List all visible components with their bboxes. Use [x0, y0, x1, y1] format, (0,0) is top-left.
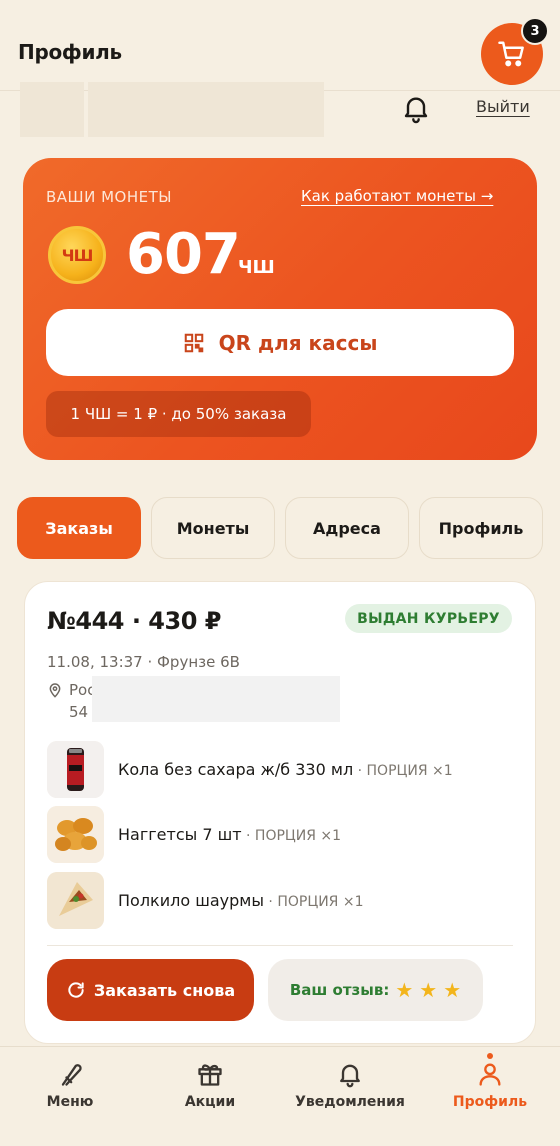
nav-label: Профиль — [452, 1094, 528, 1110]
item-name: Кола без сахара ж/б 330 мл — [118, 760, 354, 779]
coins-balance: 607 — [126, 222, 241, 287]
cart-icon — [498, 41, 524, 67]
review-label: Ваш отзыв: — [289, 981, 390, 999]
card-divider — [47, 945, 513, 946]
person-icon — [479, 1063, 501, 1086]
qr-code-icon — [184, 333, 203, 352]
nav-label: Уведомления — [295, 1094, 405, 1110]
coins-unit: ЧШ — [238, 257, 275, 278]
address-line-2: 54 — [69, 703, 89, 721]
status-badge: ВЫДАН КУРЬЕРУ — [345, 604, 512, 633]
bell-icon — [340, 1064, 360, 1088]
item-name: Наггетсы 7 шт — [118, 825, 242, 844]
gift-icon — [198, 1064, 222, 1086]
nav-promos[interactable]: Акции — [170, 1060, 250, 1130]
item-portion: · ПОРЦИЯ ×1 — [263, 894, 364, 910]
star-icon[interactable]: ★ — [395, 978, 413, 1002]
address-redacted — [92, 676, 340, 722]
order-title: №444 · 430 ₽ — [47, 607, 221, 635]
coins-label: ВАШИ МОНЕТЫ — [46, 188, 172, 206]
tab-profile[interactable]: Профиль — [419, 497, 543, 559]
reorder-label: Заказать снова — [93, 980, 236, 1000]
tab-orders[interactable]: Заказы — [17, 497, 141, 559]
notifications-button[interactable] — [400, 92, 432, 124]
star-icon[interactable]: ★ — [419, 978, 437, 1002]
nav-label: Акции — [184, 1094, 236, 1110]
menu-icon — [61, 1064, 82, 1086]
item-portion: · ПОРЦИЯ ×1 — [241, 828, 342, 844]
list-item: Кола без сахара ж/б 330 мл · ПОРЦИЯ ×1 — [118, 760, 453, 779]
nav-menu[interactable]: Меню — [30, 1060, 110, 1130]
bell-icon — [404, 97, 428, 124]
nuggets-icon — [47, 806, 104, 863]
coin-rate-info: 1 ЧШ = 1 ₽ · до 50% заказа — [46, 391, 311, 437]
nav-notifications[interactable]: Уведомления — [290, 1060, 410, 1130]
shawarma-icon — [47, 872, 104, 929]
refresh-icon — [68, 982, 84, 998]
active-indicator — [487, 1053, 493, 1059]
logout-link[interactable]: Выйти — [476, 97, 530, 116]
reorder-button[interactable]: Заказать снова — [47, 959, 254, 1021]
tab-coins[interactable]: Монеты — [151, 497, 275, 559]
list-item: Полкило шаурмы · ПОРЦИЯ ×1 — [118, 891, 363, 910]
coin-icon: ЧШ — [48, 226, 106, 284]
nav-label: Меню — [46, 1094, 94, 1110]
how-coins-work-link[interactable]: Как работают монеты → — [301, 187, 493, 205]
cart-count-badge: 3 — [521, 17, 549, 45]
qr-button-label: QR для кассы — [218, 330, 378, 355]
cola-can-icon — [47, 741, 104, 798]
item-portion: · ПОРЦИЯ ×1 — [353, 763, 453, 779]
user-avatar-redacted — [20, 82, 84, 137]
location-pin-icon — [49, 683, 61, 698]
review-rating: Ваш отзыв: ★ ★ ★ — [268, 959, 483, 1021]
tab-addresses[interactable]: Адреса — [285, 497, 409, 559]
item-name: Полкило шаурмы — [118, 891, 264, 910]
nav-profile[interactable]: Профиль — [445, 1060, 535, 1130]
page-title: Профиль — [18, 40, 122, 64]
star-icon[interactable]: ★ — [443, 978, 461, 1002]
qr-checkout-button[interactable]: QR для кассы — [46, 309, 514, 376]
list-item: Наггетсы 7 шт · ПОРЦИЯ ×1 — [118, 825, 341, 844]
order-meta: 11.08, 13:37 · Фрунзе 6В — [47, 653, 240, 671]
user-name-redacted — [88, 82, 324, 137]
